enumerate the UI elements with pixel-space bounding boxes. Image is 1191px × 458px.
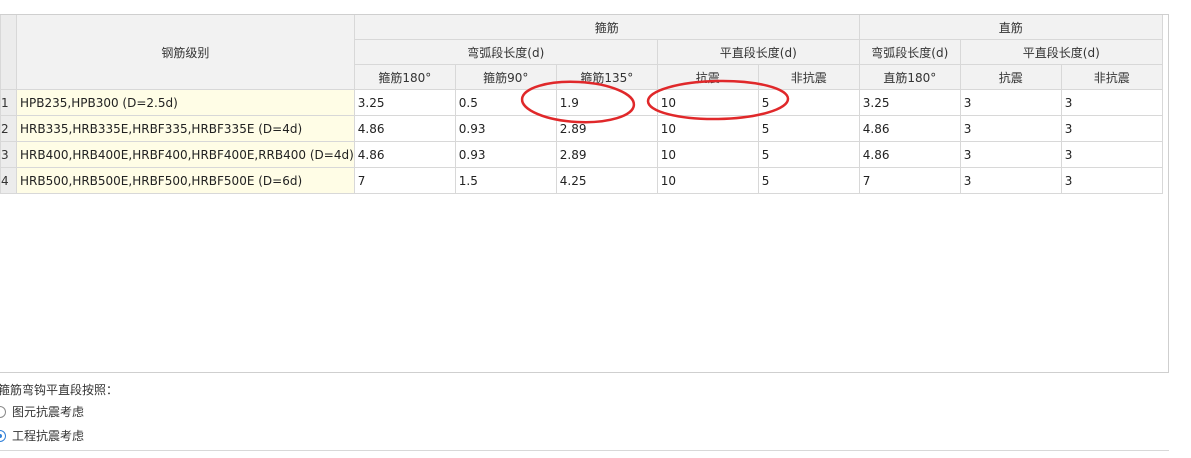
- straight-180-cell[interactable]: 4.86: [858, 115, 961, 142]
- header-straight-group: 直筋: [858, 15, 1163, 40]
- header-stirrup-180: 箍筋180°: [353, 64, 456, 90]
- straight-non-seismic-cell[interactable]: 3: [1060, 89, 1163, 116]
- stirrup-135-cell[interactable]: 2.89: [555, 141, 658, 168]
- divider: [0, 450, 1169, 451]
- straight-seismic-cell[interactable]: 3: [959, 141, 1062, 168]
- stirrup-180-cell[interactable]: 4.86: [353, 141, 456, 168]
- straight-180-cell[interactable]: 3.25: [858, 89, 961, 116]
- grade-cell: HRB335,HRB335E,HRBF335,HRBF335E (D=4d): [16, 115, 355, 142]
- table-row[interactable]: 3 HRB400,HRB400E,HRBF400,HRBF400E,RRB400…: [0, 141, 1163, 168]
- row-number: 2: [0, 115, 17, 142]
- non-seismic-cell[interactable]: 5: [757, 141, 860, 168]
- stirrup-180-cell[interactable]: 4.86: [353, 115, 456, 142]
- stirrup-180-cell[interactable]: 3.25: [353, 89, 456, 116]
- hook-flat-length-basis-label: 箍筋弯钩平直段按照：: [0, 383, 119, 397]
- straight-non-seismic-cell[interactable]: 3: [1060, 141, 1163, 168]
- header-straight-seismic: 抗震: [959, 64, 1062, 90]
- header-stirrup-90: 箍筋90°: [454, 64, 557, 90]
- radio-project-seismic[interactable]: 工程抗震考虑: [0, 427, 84, 444]
- header-straight-non-seismic: 非抗震: [1060, 64, 1163, 90]
- stirrup-90-cell[interactable]: 0.93: [454, 141, 557, 168]
- header-straight-flat-length: 平直段长度(d): [959, 39, 1163, 65]
- stirrup-90-cell[interactable]: 1.5: [454, 167, 557, 194]
- grade-cell: HRB400,HRB400E,HRBF400,HRBF400E,RRB400 (…: [16, 141, 355, 168]
- header-grade: 钢筋级别: [16, 15, 355, 90]
- header-straight-180: 直筋180°: [858, 64, 961, 90]
- straight-seismic-cell[interactable]: 3: [959, 89, 1062, 116]
- table-row[interactable]: 2 HRB335,HRB335E,HRBF335,HRBF335E (D=4d)…: [0, 115, 1163, 142]
- header-seismic: 抗震: [656, 64, 759, 90]
- row-number: 1: [0, 89, 17, 116]
- header-hook-arc-length: 弯弧段长度(d): [353, 39, 658, 65]
- stirrup-180-cell[interactable]: 7: [353, 167, 456, 194]
- radio-element-seismic[interactable]: 图元抗震考虑: [0, 403, 84, 420]
- radio-label: 图元抗震考虑: [12, 405, 85, 419]
- radio-label: 工程抗震考虑: [12, 429, 85, 443]
- straight-seismic-cell[interactable]: 3: [959, 167, 1062, 194]
- non-seismic-cell[interactable]: 5: [757, 167, 860, 194]
- header-stirrup-group: 箍筋: [353, 15, 860, 40]
- table-row[interactable]: 1 HPB235,HPB300 (D=2.5d) 3.25 0.5 1.9 10…: [0, 89, 1163, 116]
- non-seismic-cell[interactable]: 5: [757, 89, 860, 116]
- radio-button[interactable]: [0, 405, 6, 418]
- row-number: 4: [0, 167, 17, 194]
- straight-non-seismic-cell[interactable]: 3: [1060, 167, 1163, 194]
- row-number: 3: [0, 141, 17, 168]
- header-stirrup-135: 箍筋135°: [555, 64, 658, 90]
- straight-180-cell[interactable]: 4.86: [858, 141, 961, 168]
- stirrup-90-cell[interactable]: 0.5: [454, 89, 557, 116]
- rebar-settings-grid: 钢筋级别 箍筋 直筋 弯弧段长度(d) 平直段长度(d) 弯弧段长度(d) 平直…: [0, 14, 1169, 373]
- stirrup-90-cell[interactable]: 0.93: [454, 115, 557, 142]
- straight-non-seismic-cell[interactable]: 3: [1060, 115, 1163, 142]
- seismic-cell[interactable]: 10: [656, 115, 759, 142]
- non-seismic-cell[interactable]: 5: [757, 115, 860, 142]
- header-straight-arc-length: 弯弧段长度(d): [858, 39, 961, 65]
- header-flat-length: 平直段长度(d): [656, 39, 860, 65]
- grade-cell: HRB500,HRB500E,HRBF500,HRBF500E (D=6d): [16, 167, 355, 194]
- seismic-cell[interactable]: 10: [656, 89, 759, 116]
- grade-cell: HPB235,HPB300 (D=2.5d): [16, 89, 355, 116]
- stirrup-135-cell[interactable]: 2.89: [555, 115, 658, 142]
- header-non-seismic: 非抗震: [757, 64, 860, 90]
- straight-180-cell[interactable]: 7: [858, 167, 961, 194]
- corner-cell: [0, 15, 17, 90]
- straight-seismic-cell[interactable]: 3: [959, 115, 1062, 142]
- stirrup-135-cell[interactable]: 1.9: [555, 89, 658, 116]
- seismic-cell[interactable]: 10: [656, 141, 759, 168]
- radio-button-checked[interactable]: [0, 429, 6, 442]
- seismic-cell[interactable]: 10: [656, 167, 759, 194]
- rebar-table: 钢筋级别 箍筋 直筋 弯弧段长度(d) 平直段长度(d) 弯弧段长度(d) 平直…: [0, 15, 1163, 194]
- stirrup-135-cell[interactable]: 4.25: [555, 167, 658, 194]
- table-row[interactable]: 4 HRB500,HRB500E,HRBF500,HRBF500E (D=6d)…: [0, 167, 1163, 194]
